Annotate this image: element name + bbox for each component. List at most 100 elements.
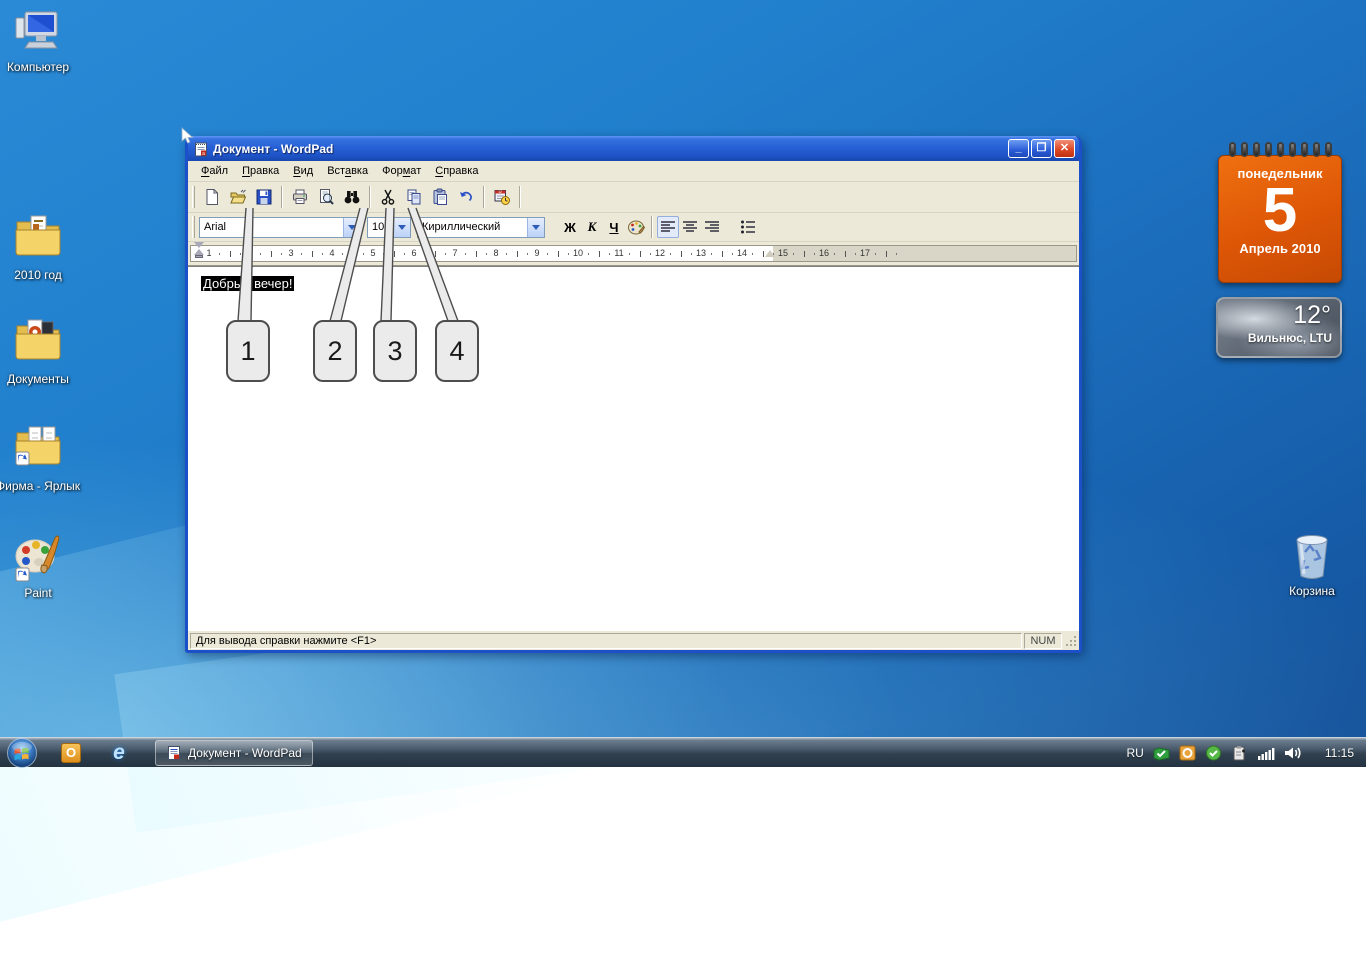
taskbar-button-wordpad[interactable]: Документ - WordPad [155, 740, 313, 766]
calendar-month-year: Апрель 2010 [1219, 241, 1341, 256]
calendar-gadget[interactable]: понедельник 5 Апрель 2010 [1218, 142, 1342, 283]
palette-icon [627, 218, 645, 236]
align-right-icon [704, 220, 720, 234]
wordpad-task-icon [166, 745, 182, 761]
new-button[interactable] [200, 185, 224, 209]
ruler[interactable]: 1234567891011121314151617 [188, 242, 1079, 266]
right-indent-marker[interactable] [765, 250, 775, 257]
font-size-value: 10 [368, 218, 393, 237]
desktop-icon-label: Документы [0, 372, 80, 387]
ruler-strip: 1234567891011121314151617 [190, 245, 1077, 262]
svg-text:12: 12 [498, 190, 502, 194]
selected-text: Добрый вечер! [201, 276, 294, 291]
font-name-combo[interactable]: Arial [199, 217, 361, 238]
desktop-icon-recycle-bin[interactable]: Корзина [1270, 530, 1354, 599]
desktop-icon-computer[interactable]: Компьютер [0, 6, 80, 75]
toolbar-grip[interactable] [192, 186, 195, 208]
close-button[interactable]: ✕ [1054, 139, 1075, 158]
align-center-icon [682, 220, 698, 234]
paste-button[interactable] [428, 185, 452, 209]
font-color-button[interactable] [625, 216, 647, 238]
start-button[interactable] [5, 736, 39, 770]
desktop-icon-folder-2010[interactable]: 2010 год [0, 212, 80, 283]
status-bar: Для вывода справки нажмите <F1> NUM [188, 631, 1079, 650]
maximize-button[interactable]: ❐ [1031, 139, 1052, 158]
script-combo[interactable]: Кириллический [417, 217, 545, 238]
undo-icon [457, 188, 475, 206]
desktop-icon-firma-shortcut[interactable]: Фирма - Ярлык [0, 421, 80, 494]
chevron-down-icon[interactable] [343, 218, 360, 237]
italic-button[interactable]: К [581, 216, 603, 238]
computer-icon [0, 6, 80, 58]
undo-button[interactable] [454, 185, 478, 209]
open-button[interactable] [226, 185, 250, 209]
align-center-button[interactable] [679, 216, 701, 238]
new-document-icon [203, 188, 221, 206]
minimize-button[interactable]: _ [1008, 139, 1029, 158]
find-button[interactable] [340, 185, 364, 209]
tray-activation-icon[interactable] [1153, 745, 1170, 761]
cut-button[interactable] [376, 185, 400, 209]
outlook-icon: O [61, 743, 81, 763]
align-left-button[interactable] [657, 216, 679, 238]
recycle-bin-icon [1270, 530, 1354, 582]
tray-outlook-icon[interactable] [1179, 745, 1196, 761]
toolbar-grip[interactable] [192, 216, 195, 238]
print-button[interactable] [288, 185, 312, 209]
title-bar[interactable]: a Документ - WordPad _ ❐ ✕ [188, 136, 1079, 161]
script-value: Кириллический [418, 218, 527, 237]
menu-item-6[interactable]: Справка [428, 163, 485, 179]
quicklaunch-internet-explorer[interactable]: e [106, 740, 132, 766]
align-right-button[interactable] [701, 216, 723, 238]
chevron-down-icon[interactable] [527, 218, 544, 237]
copy-button[interactable] [402, 185, 426, 209]
underline-button[interactable]: Ч [603, 216, 625, 238]
bold-button[interactable]: Ж [559, 216, 581, 238]
desktop-icon-label: Paint [0, 586, 80, 601]
taskbar-clock[interactable]: 11:15 [1325, 746, 1354, 760]
menu-item-2[interactable]: Правка [235, 163, 286, 179]
volume-icon[interactable] [1284, 745, 1302, 761]
left-indent-marker[interactable] [195, 255, 203, 258]
print-preview-button[interactable] [314, 185, 338, 209]
language-indicator[interactable]: RU [1127, 746, 1144, 760]
callout-2-cut: 2 [313, 320, 357, 382]
align-left-icon [660, 220, 676, 234]
save-button[interactable] [252, 185, 276, 209]
date-time-button[interactable]: 12 [490, 185, 514, 209]
menu-item-1[interactable]: Файл [194, 163, 235, 179]
status-text: Для вывода справки нажмите <F1> [190, 633, 1022, 649]
tray-security-icon[interactable] [1205, 745, 1222, 761]
quicklaunch-outlook[interactable]: O [58, 740, 84, 766]
svg-text:a: a [202, 150, 205, 156]
desktop-icon-label: Корзина [1270, 584, 1354, 599]
paste-clipboard-icon [431, 188, 449, 206]
menu-item-4[interactable]: Вставка [320, 163, 375, 179]
bullets-button[interactable] [737, 216, 759, 238]
weather-gadget[interactable]: 12° Вильнюс, LTU [1216, 297, 1342, 358]
format-toolbar: Arial 10 Кириллический Ж К Ч [188, 213, 1079, 242]
num-lock-indicator: NUM [1024, 633, 1062, 649]
chevron-down-icon[interactable] [393, 218, 410, 237]
network-signal-icon[interactable] [1257, 745, 1275, 761]
copy-icon [405, 188, 423, 206]
calendar-body: понедельник 5 Апрель 2010 [1218, 155, 1342, 283]
toolbar-separator [281, 186, 283, 208]
weather-location: Вильнюс, LTU [1248, 331, 1332, 345]
desktop-icon-documents[interactable]: Документы [0, 316, 80, 387]
wordpad-app-icon: a [193, 141, 209, 157]
calendar-day: 5 [1219, 181, 1341, 241]
menu-item-3[interactable]: Вид [286, 163, 320, 179]
tray-action-center-icon[interactable] [1231, 745, 1248, 761]
menu-item-5[interactable]: Формат [375, 163, 428, 179]
internet-explorer-icon: e [113, 741, 125, 765]
callout-3-copy: 3 [373, 320, 417, 382]
date-time-icon: 12 [493, 188, 511, 206]
resize-grip[interactable] [1064, 634, 1077, 647]
first-line-indent-marker[interactable] [194, 242, 204, 248]
wordpad-window: a Документ - WordPad _ ❐ ✕ ФайлПравкаВид… [185, 136, 1082, 653]
font-size-combo[interactable]: 10 [367, 217, 411, 238]
callout-4-paste: 4 [435, 320, 479, 382]
desktop-icon-paint[interactable]: Paint [0, 532, 80, 601]
window-title: Документ - WordPad [213, 142, 1006, 156]
